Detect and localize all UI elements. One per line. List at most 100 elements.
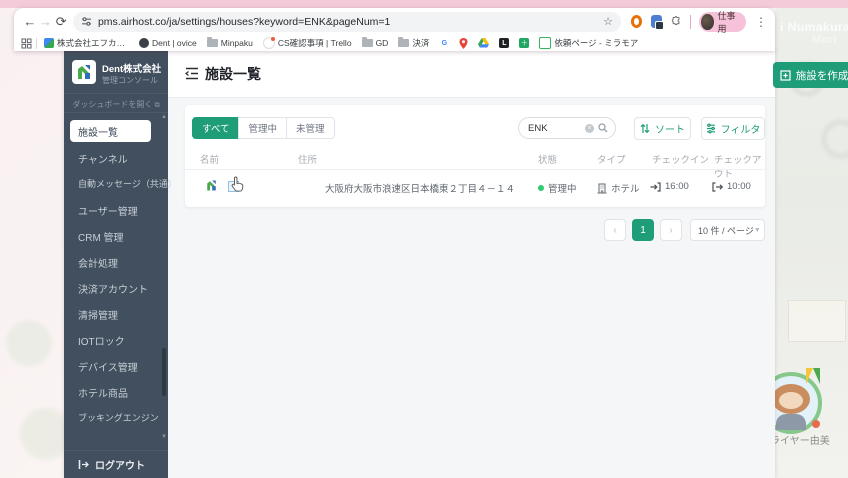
trello-favicon <box>262 37 275 49</box>
sidebar-item-iot-lock[interactable]: IOTロック <box>78 333 125 348</box>
efcafe-favicon <box>44 38 54 48</box>
folder-icon <box>206 37 218 47</box>
apps-grid-icon[interactable] <box>21 38 32 49</box>
bookmark-l-app[interactable]: L <box>499 38 510 48</box>
tab-all[interactable]: すべて <box>192 117 240 139</box>
bookmark-folder-kessai[interactable]: 決済 <box>398 37 429 49</box>
bookmark-drive[interactable] <box>478 38 490 48</box>
bookmark-trello[interactable]: CS確認事項 | Trello <box>262 37 352 49</box>
pms-page: Dent株式会社 管理コンソール ダッシュボードを開く ⧉ 施設一覧 チャンネル… <box>64 50 848 478</box>
extensions-puzzle-icon[interactable] <box>671 15 681 28</box>
bookmark-efcafe[interactable]: 株式会社エフカフェ -... <box>44 37 129 49</box>
password-extension-icon[interactable] <box>651 15 664 30</box>
sidebar-divider <box>64 450 168 451</box>
avatar-muzzle <box>779 392 803 409</box>
desktop-desk-shape <box>788 300 846 342</box>
sidebar-item-booking-engine[interactable]: ブッキングエンジン <box>78 411 159 424</box>
maps-pin-icon <box>459 37 468 49</box>
scroll-down-icon[interactable]: ▼ <box>161 434 167 440</box>
tab-managed[interactable]: 管理中 <box>238 117 287 139</box>
collapse-sidebar-icon[interactable] <box>185 67 199 80</box>
bookmark-google[interactable]: G <box>439 38 449 48</box>
filter-sliders-icon <box>706 123 715 134</box>
profile-avatar <box>701 13 714 30</box>
bookmark-maps[interactable] <box>459 37 468 49</box>
sidebar-item-device-admin[interactable]: デバイス管理 <box>78 359 138 374</box>
bookmarks-divider <box>36 37 37 49</box>
org-subtitle: 管理コンソール <box>102 76 158 85</box>
bookmark-ovice[interactable]: Dent | ovice <box>139 38 197 48</box>
chrome-menu-icon[interactable]: ⋮ <box>755 15 767 29</box>
sidebar-item-shisetsu-ichiran[interactable]: 施設一覧 <box>70 120 151 142</box>
bookmark-folder-minpaku[interactable]: Minpaku <box>206 37 253 48</box>
sidebar-item-accounting[interactable]: 会計処理 <box>78 255 118 270</box>
sidebar-item-auto-message[interactable]: 自動メッセージ（共通） <box>78 177 177 190</box>
page-size-select[interactable]: 10 件 / ページ ▼ <box>690 219 765 241</box>
page-header: 施設一覧 施設を作成 <box>168 50 848 98</box>
search-icon[interactable] <box>598 123 608 133</box>
drive-icon <box>478 38 490 48</box>
google-favicon: G <box>441 39 448 47</box>
clear-search-icon[interactable]: × <box>585 123 594 133</box>
url-text[interactable]: pms.airhost.co/ja/settings/houses?keywor… <box>98 16 603 28</box>
adblock-extension-icon[interactable] <box>630 15 643 28</box>
facility-logo-icon <box>207 180 216 191</box>
status-filter-tabs: すべて 管理中 未管理 <box>192 117 335 139</box>
bookmarks-bar: 株式会社エフカフェ -... Dent | ovice Minpaku CS確認… <box>14 35 775 51</box>
site-settings-icon[interactable] <box>81 16 92 27</box>
tab-unmanaged[interactable]: 未管理 <box>285 117 335 139</box>
forward-button[interactable]: → <box>38 13 54 31</box>
address-bar[interactable]: pms.airhost.co/ja/settings/houses?keywor… <box>72 11 621 32</box>
sidebar-item-channel[interactable]: チャンネル <box>78 151 128 166</box>
bookmark-folder-gd[interactable]: GD <box>361 37 388 48</box>
logout-icon <box>78 460 89 469</box>
sidebar-item-user-admin[interactable]: ユーザー管理 <box>78 203 138 218</box>
sidebar-item-cleaning[interactable]: 清掃管理 <box>78 307 118 322</box>
mouse-hand-cursor <box>231 176 244 192</box>
next-page-button[interactable]: › <box>660 219 682 241</box>
row-type: ホテル <box>597 181 640 195</box>
filter-button[interactable]: フィルタ <box>701 117 765 140</box>
sort-icon <box>640 124 650 133</box>
sidebar-item-payment-account[interactable]: 決済アカウント <box>78 281 148 296</box>
profile-label: 仕事用 <box>717 10 736 34</box>
checkout-icon <box>712 181 723 192</box>
profile-chip[interactable]: 仕事用 <box>699 10 746 34</box>
folder-icon <box>398 37 410 47</box>
browser-toolbar: ← → ⟳ pms.airhost.co/ja/settings/houses?… <box>14 8 775 35</box>
beginner-mark-icon <box>806 368 820 384</box>
scroll-up-icon[interactable]: ▲ <box>161 114 167 120</box>
sidebar-divider <box>64 112 168 113</box>
bookmark-star-icon[interactable]: ☆ <box>603 15 613 28</box>
checkin-icon <box>650 181 661 192</box>
col-header-address: 住所 <box>298 155 318 166</box>
sidebar-item-crm[interactable]: CRM 管理 <box>78 229 124 244</box>
prev-page-button[interactable]: ‹ <box>604 219 626 241</box>
reload-button[interactable]: ⟳ <box>53 13 69 31</box>
col-header-status: 状態 <box>538 155 558 166</box>
sidebar-item-hotel-goods[interactable]: ホテル商品 <box>78 385 128 400</box>
logout-button[interactable]: ログアウト <box>78 457 145 472</box>
table-row[interactable]: 大阪府大阪市浪速区日本橋東２丁目４－１４ 管理中 ホテル 16:00 10:00 <box>185 170 765 207</box>
row-status: 管理中 <box>538 181 577 195</box>
bookmark-sheets[interactable]: ＋ <box>519 38 530 48</box>
chevron-down-icon: ▼ <box>753 226 761 234</box>
hotel-building-icon <box>597 182 607 194</box>
extensions-row: 仕事用 ⋮ <box>630 10 767 34</box>
search-input[interactable] <box>526 121 581 135</box>
create-facility-button[interactable]: 施設を作成 <box>773 62 848 88</box>
toolbar-divider <box>689 14 691 29</box>
sidebar-scrollbar[interactable] <box>162 348 166 396</box>
sidebar-divider <box>64 93 168 94</box>
status-dot-icon <box>538 185 544 191</box>
back-button[interactable]: ← <box>22 13 38 31</box>
facility-list-card: すべて 管理中 未管理 × ソート <box>185 105 765 207</box>
l-app-favicon: L <box>499 38 510 48</box>
external-link-icon: ⧉ <box>154 102 160 109</box>
page-title: 施設一覧 <box>205 66 261 82</box>
open-dashboard-link[interactable]: ダッシュボードを開く ⧉ <box>64 99 168 110</box>
page-1-button[interactable]: 1 <box>632 219 654 241</box>
sort-button[interactable]: ソート <box>634 117 691 140</box>
bookmark-irai-page[interactable]: 依頼ページ - ミラモア <box>539 37 638 49</box>
desktop-map-name-2: Mori <box>812 34 838 46</box>
